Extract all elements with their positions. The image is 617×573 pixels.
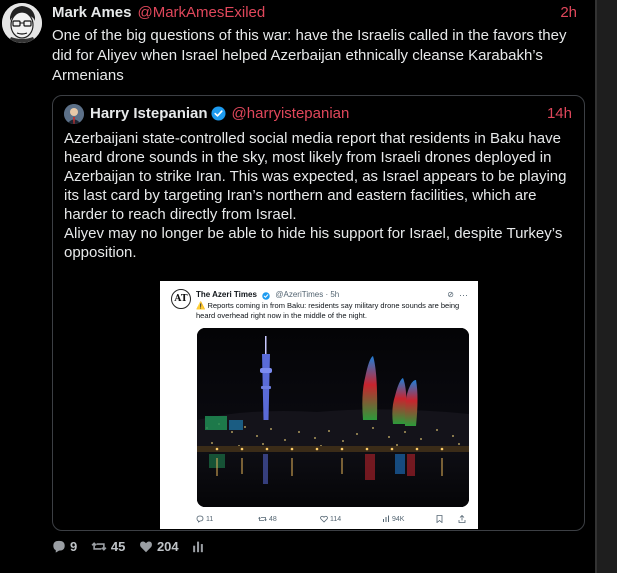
reply-icon <box>53 540 65 553</box>
heart-icon <box>320 515 328 523</box>
author-handle[interactable]: @MarkAmesExiled <box>137 4 265 21</box>
embed-likes-count: 114 <box>329 516 342 523</box>
views-icon <box>383 515 389 522</box>
divider <box>595 0 597 573</box>
embed-likes: 114 <box>320 514 341 526</box>
person-avatar-icon <box>64 104 84 124</box>
scrollbar-track[interactable] <box>595 0 617 573</box>
azeri-times-logo: AT <box>171 289 191 309</box>
embed-reposts: 48 <box>258 514 277 526</box>
quoted-author-name[interactable]: Harry Istepanian <box>90 105 208 122</box>
analytics-icon <box>193 541 204 553</box>
embed-text-body: Reports coming in from Baku: residents s… <box>196 301 460 320</box>
embedded-tweet-image[interactable]: AT The Azeri Times @AzeriTimes · 5h ⊘ ··… <box>160 281 478 529</box>
quoted-post-timestamp[interactable]: 14h <box>547 104 572 124</box>
share-icon <box>458 514 466 526</box>
likes-count: 204 <box>156 539 179 554</box>
grok-icon: ⊘ <box>447 290 454 299</box>
embed-replies-count: 11 <box>205 516 214 523</box>
embed-views-count: 94K <box>391 516 405 523</box>
replies-stat[interactable]: 9 <box>52 538 77 556</box>
embed-action-bar: 11 48 114 94K <box>196 514 474 526</box>
reposts-stat[interactable]: 45 <box>91 538 125 556</box>
likes-stat[interactable]: 204 <box>139 538 179 556</box>
quoted-author-avatar[interactable] <box>64 104 84 124</box>
bookmark-icon <box>436 514 443 526</box>
embed-replies: 11 <box>196 514 213 526</box>
quoted-post-header: Harry Istepanian @harryistepanian 14h <box>90 104 572 124</box>
reposts-count: 45 <box>110 539 126 554</box>
more-options-icon: ··· <box>459 290 468 300</box>
embed-text: ⚠️ Reports coming in from Baku: resident… <box>196 301 466 321</box>
post: Mark Ames @MarkAmesExiled 2h One of the b… <box>0 0 595 573</box>
reply-icon <box>196 515 204 523</box>
quoted-paragraph-1: Azerbaijani state-controlled social medi… <box>64 130 567 223</box>
quoted-paragraph-2: Aliyev may no longer be able to hide his… <box>64 225 563 261</box>
repost-icon <box>91 542 107 551</box>
replies-count: 9 <box>70 539 78 554</box>
quoted-post[interactable]: Harry Istepanian @harryistepanian 14h Aze… <box>52 95 585 531</box>
embed-author-name: The Azeri Times <box>196 290 257 299</box>
embed-reposts-count: 48 <box>268 516 277 523</box>
embed-views: 94K <box>382 514 404 526</box>
warning-icon: ⚠️ <box>196 301 206 310</box>
post-timestamp[interactable]: 2h <box>560 3 577 23</box>
quoted-post-text: Azerbaijani state-controlled social medi… <box>64 129 574 262</box>
analytics-stat[interactable] <box>192 538 208 556</box>
verified-badge-icon <box>211 106 226 127</box>
cartoon-face-avatar-icon <box>2 3 42 43</box>
post-text: One of the big questions of this war: ha… <box>52 27 567 84</box>
post-header: Mark Ames @MarkAmesExiled 2h <box>52 3 577 23</box>
repost-icon <box>258 516 267 522</box>
author-name[interactable]: Mark Ames <box>52 4 131 21</box>
author-avatar[interactable] <box>2 3 42 43</box>
heart-icon <box>139 541 152 553</box>
baku-night-skyline-photo <box>197 328 469 507</box>
quoted-author-handle[interactable]: @harryistepanian <box>232 105 350 122</box>
embed-author-handle: @AzeriTimes · 5h <box>275 290 340 299</box>
post-stats: 9 45 204 <box>52 538 218 556</box>
